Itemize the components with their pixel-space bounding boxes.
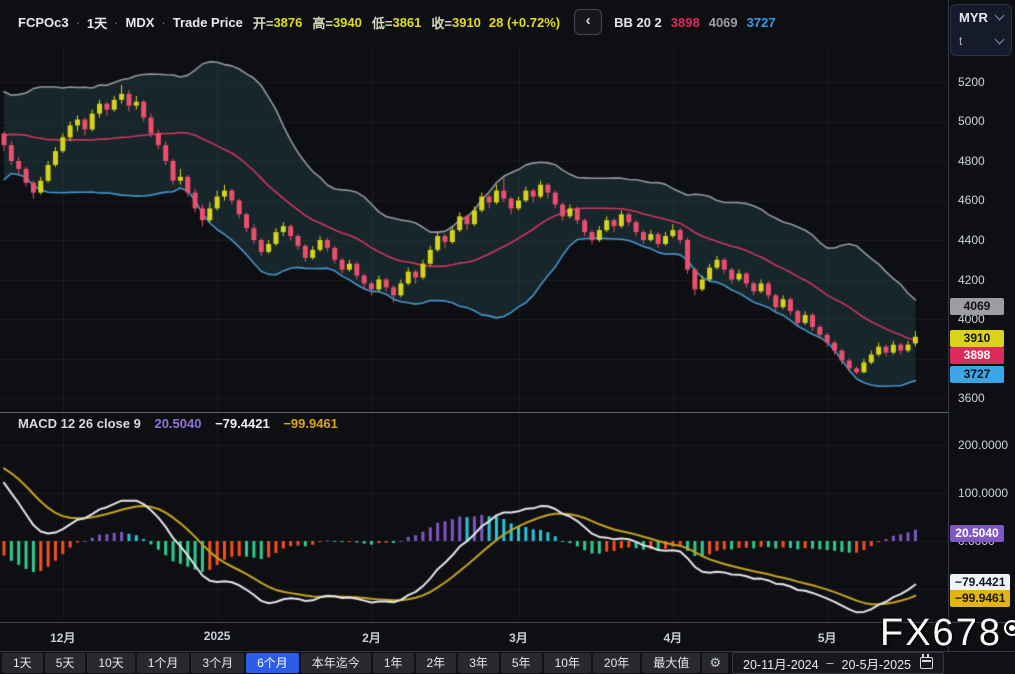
macd-line-value: −79.4421 — [215, 416, 270, 431]
bb-upper-value: 4069 — [709, 15, 738, 30]
separator-dot: · — [161, 15, 165, 30]
trading-chart-app: FCPOc3 · 1天 · MDX · Trade Price 开=3876 高… — [0, 0, 1015, 674]
range-button-本年迄今[interactable]: 本年迄今 — [301, 653, 371, 673]
axis-price-badge: 3727 — [950, 366, 1004, 383]
currency-value: MYR — [959, 10, 988, 25]
axis-price-badge: 4069 — [950, 298, 1004, 315]
macd-legend: MACD 12 26 close 9 20.5040 −79.4421 −99.… — [18, 416, 338, 431]
bb-mid-value: 3898 — [671, 15, 700, 30]
range-button-5年[interactable]: 5年 — [501, 653, 542, 673]
range-button-3个月[interactable]: 3个月 — [191, 653, 244, 673]
range-button-3年[interactable]: 3年 — [458, 653, 499, 673]
unit-value: t — [959, 34, 962, 48]
collapse-chevron-left-icon[interactable]: ‹ — [574, 9, 602, 35]
axis-price-badge: −99.9461 — [950, 590, 1010, 607]
macd-histogram-value: 20.5040 — [154, 416, 201, 431]
axis-price-badge: −79.4421 — [950, 574, 1010, 591]
time-axis-separator — [0, 622, 1015, 623]
currency-dropdown[interactable]: MYR — [951, 5, 1011, 29]
range-button-最大值[interactable]: 最大值 — [642, 653, 700, 673]
chevron-down-icon — [995, 34, 1005, 44]
unit-dropdown[interactable]: t — [951, 29, 1011, 53]
range-button-20年[interactable]: 20年 — [593, 653, 640, 673]
price-macd-chart-canvas[interactable] — [0, 0, 948, 622]
macd-title: MACD 12 26 close 9 — [18, 416, 141, 431]
range-button-1年[interactable]: 1年 — [373, 653, 414, 673]
panel-separator[interactable] — [0, 412, 948, 413]
time-axis-label: 4月 — [664, 629, 683, 646]
symbol-name: FCPOc3 — [18, 15, 69, 30]
interval-label: 1天 — [87, 13, 107, 32]
range-button-5天[interactable]: 5天 — [45, 653, 86, 673]
separator-dot: · — [114, 15, 118, 30]
time-axis-label: 12月 — [50, 629, 75, 646]
time-axis-label: 2025 — [204, 629, 231, 643]
range-button-10天[interactable]: 10天 — [87, 653, 134, 673]
axis-tick-label: 3600 — [958, 390, 985, 406]
price-type-label: Trade Price — [173, 15, 243, 30]
date-range-picker[interactable]: 20-11月-2024 – 20-5月-2025 — [732, 652, 944, 674]
axis-tick-label: 5200 — [958, 74, 985, 90]
close-value: 3910 — [452, 15, 481, 30]
axis-price-badge: 3910 — [950, 330, 1004, 347]
time-axis[interactable]: 12月 2025 2月 3月 4月 5月 — [0, 623, 948, 651]
close-label: 收= — [431, 13, 452, 32]
range-button-10年[interactable]: 10年 — [544, 653, 591, 673]
date-to: 20-5月-2025 — [842, 654, 912, 673]
fx678-logo-icon — [1004, 620, 1015, 636]
price-axis[interactable]: MYR t 5200500048004600440042004000360020… — [949, 0, 1015, 622]
range-button-2年[interactable]: 2年 — [416, 653, 457, 673]
range-toolbar: 1天5天10天1个月3个月6个月本年迄今1年2年3年5年10年20年最大值 ⚙ … — [0, 652, 1015, 674]
range-button-1个月[interactable]: 1个月 — [137, 653, 190, 673]
open-value: 3876 — [273, 15, 302, 30]
axis-tick-label: 4800 — [958, 153, 985, 169]
change-value: 28 (+0.72%) — [489, 15, 560, 30]
time-axis-label: 3月 — [509, 629, 528, 646]
axis-price-badge: 3898 — [950, 347, 1004, 364]
low-label: 低= — [372, 13, 393, 32]
range-button-1天[interactable]: 1天 — [2, 653, 43, 673]
bb-title: BB 20 2 — [614, 15, 662, 30]
time-axis-label: 5月 — [818, 629, 837, 646]
symbol-header: FCPOc3 · 1天 · MDX · Trade Price 开=3876 高… — [18, 11, 776, 33]
bollinger-legend: BB 20 2 3898 4069 3727 — [614, 15, 775, 30]
calendar-icon — [920, 657, 933, 669]
axis-tick-label: 4400 — [958, 232, 985, 248]
watermark-text: FX678 — [880, 612, 1002, 655]
open-label: 开= — [253, 13, 274, 32]
axis-price-badge: 20.5040 — [950, 525, 1004, 542]
axis-tick-label: 200.0000 — [958, 437, 1008, 453]
chevron-down-icon — [995, 10, 1005, 20]
range-button-6个月[interactable]: 6个月 — [246, 653, 299, 673]
range-buttons: 1天5天10天1个月3个月6个月本年迄今1年2年3年5年10年20年最大值 — [2, 653, 702, 673]
currency-unit-selector: MYR t — [950, 4, 1012, 56]
settings-gear-icon[interactable]: ⚙ — [702, 653, 728, 673]
axis-tick-label: 4200 — [958, 272, 985, 288]
high-label: 高= — [312, 13, 333, 32]
date-separator: – — [827, 656, 834, 670]
axis-tick-label: 5000 — [958, 113, 985, 129]
fx678-watermark: FX678 — [880, 612, 1015, 655]
axis-tick-label: 100.0000 — [958, 485, 1008, 501]
time-axis-label: 2月 — [362, 629, 381, 646]
exchange-label: MDX — [126, 15, 155, 30]
bb-lower-value: 3727 — [747, 15, 776, 30]
separator-dot: · — [76, 15, 80, 30]
axis-tick-label: 4600 — [958, 192, 985, 208]
high-value: 3940 — [333, 15, 362, 30]
low-value: 3861 — [392, 15, 421, 30]
macd-signal-value: −99.9461 — [283, 416, 338, 431]
date-from: 20-11月-2024 — [743, 654, 819, 673]
